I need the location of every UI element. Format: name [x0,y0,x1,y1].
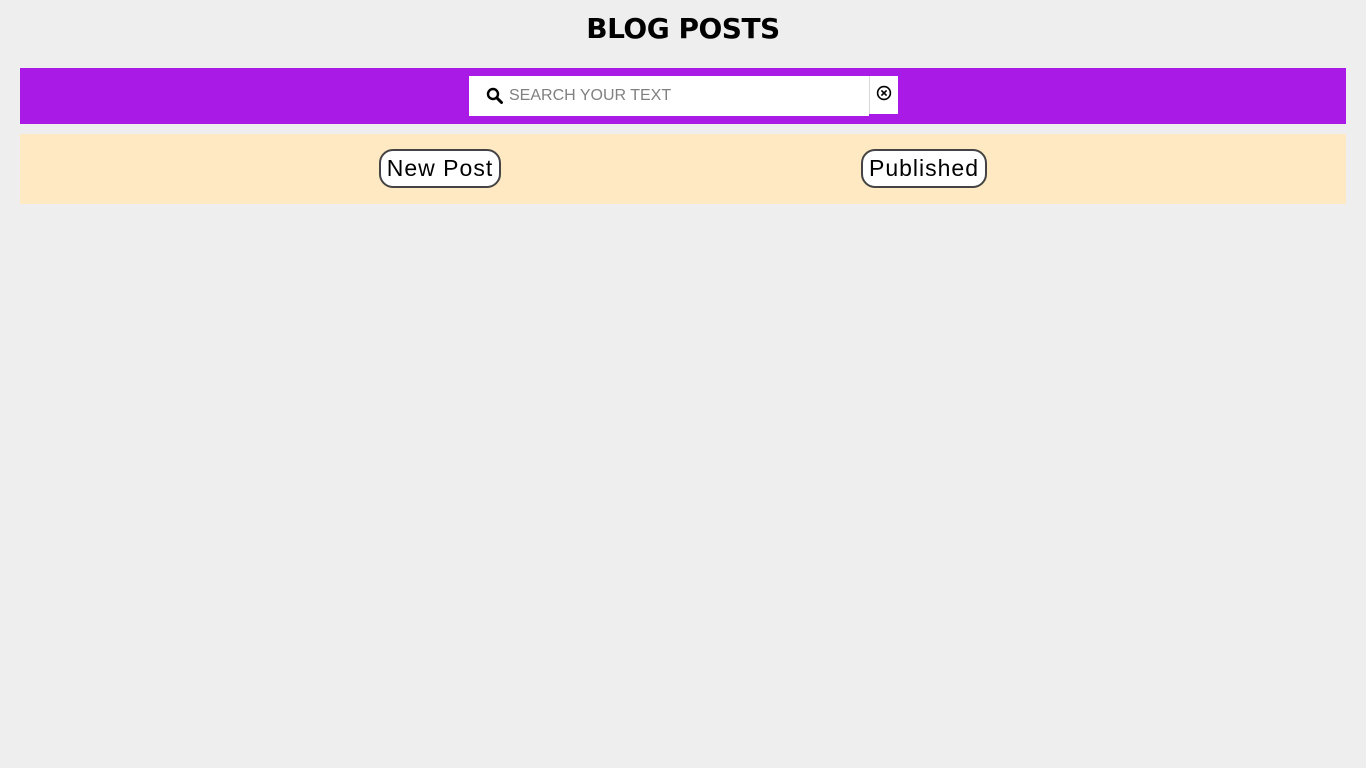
page-title: BLOG POSTS [586,12,780,45]
published-button[interactable]: Published [861,149,987,188]
close-circle-icon [876,85,892,101]
search-bar [20,68,1346,124]
search-input[interactable] [509,76,859,116]
search-icon [486,87,504,105]
blog-posts-page: BLOG POSTS New Post Published [0,0,1366,768]
action-bar: New Post Published [20,134,1346,204]
search-box [469,76,869,116]
new-post-button[interactable]: New Post [379,149,501,188]
clear-search-button[interactable] [869,76,898,114]
